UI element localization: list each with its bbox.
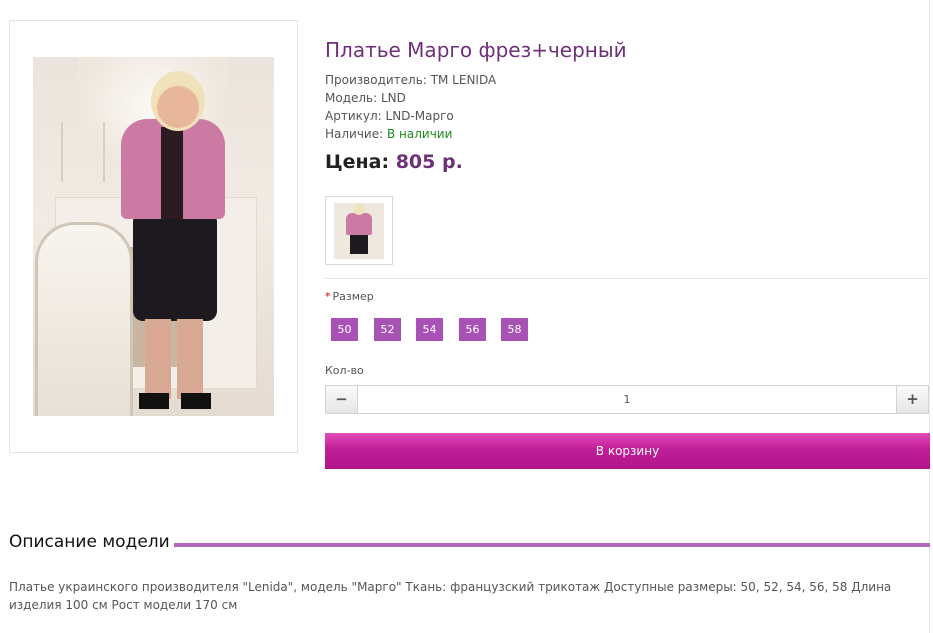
size-option-52[interactable]: 52 (374, 318, 401, 341)
quantity-input[interactable] (357, 385, 897, 414)
quantity-decrease-button[interactable]: − (325, 385, 358, 414)
section-divider (325, 278, 929, 279)
stock-status: В наличии (387, 127, 453, 141)
quantity-label: Кол-во (325, 364, 364, 377)
required-marker: * (325, 290, 331, 303)
price-amount: 805 р. (395, 151, 463, 173)
sku-value: LND-Марго (385, 109, 454, 123)
price-label: Цена: (325, 151, 390, 173)
size-option-58[interactable]: 58 (501, 318, 528, 341)
stock-row: Наличие: В наличии (325, 125, 496, 143)
product-image-frame[interactable] (9, 20, 298, 453)
product-main-image[interactable] (33, 57, 274, 416)
size-option-56[interactable]: 56 (459, 318, 486, 341)
quantity-stepper: − + (325, 385, 929, 414)
description-text: Платье украинского производителя "Lenida… (9, 580, 892, 612)
product-specs: Производитель: ТМ LENIDA Модель: LND Арт… (325, 71, 496, 143)
product-title: Платье Марго фрез+черный (325, 38, 627, 62)
product-thumbnail[interactable] (325, 196, 393, 265)
size-option-50[interactable]: 50 (331, 318, 358, 341)
description-heading-rule (174, 543, 930, 547)
sku-row: Артикул: LND-Марго (325, 107, 496, 125)
stock-label: Наличие: (325, 127, 384, 141)
page-edge-divider (929, 0, 930, 633)
size-option-54[interactable]: 54 (416, 318, 443, 341)
sku-label: Артикул: (325, 109, 382, 123)
description-heading: Описание модели (9, 532, 170, 552)
size-option-label: * Размер (325, 290, 374, 303)
manufacturer-row: Производитель: ТМ LENIDA (325, 71, 496, 89)
quantity-increase-button[interactable]: + (896, 385, 929, 414)
size-label-text: Размер (332, 290, 374, 303)
add-to-cart-button[interactable]: В корзину (325, 433, 930, 469)
model-row: Модель: LND (325, 89, 496, 107)
model-label: Модель: (325, 91, 378, 105)
price: Цена: 805 р. (325, 151, 463, 173)
manufacturer-value: ТМ LENIDA (430, 73, 497, 87)
manufacturer-label: Производитель: (325, 73, 427, 87)
model-value: LND (381, 91, 406, 105)
